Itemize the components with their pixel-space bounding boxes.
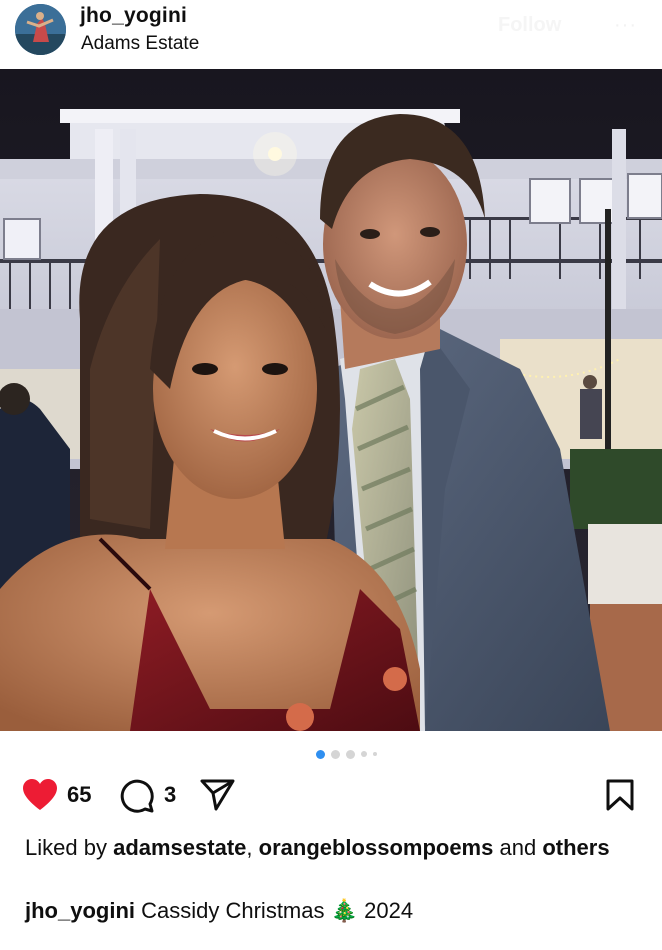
christmas-tree-emoji: 🎄 xyxy=(330,898,359,923)
like-count[interactable]: 65 xyxy=(67,782,91,808)
post-location[interactable]: Adams Estate xyxy=(81,33,199,55)
post-username[interactable]: jho_yogini xyxy=(80,4,187,28)
liked-by-user[interactable]: adamsestate xyxy=(113,835,246,860)
carousel-dot xyxy=(372,752,377,756)
more-options-icon[interactable]: ··· xyxy=(614,14,637,37)
like-button[interactable] xyxy=(22,778,58,812)
bookmark-icon xyxy=(606,779,634,811)
avatar-image xyxy=(15,4,66,55)
share-icon xyxy=(200,779,235,811)
follow-button[interactable]: Follow xyxy=(498,14,561,37)
carousel-dot xyxy=(345,749,355,759)
comment-icon xyxy=(120,779,154,813)
liked-by-text: Liked by adamsestate, orangeblossompoems… xyxy=(25,833,645,862)
save-button[interactable] xyxy=(605,778,635,812)
carousel-indicator xyxy=(0,748,662,760)
liked-by-user[interactable]: orangeblossompoems xyxy=(259,835,494,860)
post-header: jho_yogini Adams Estate Follow ··· xyxy=(0,0,662,68)
share-button[interactable] xyxy=(200,778,236,812)
heart-icon xyxy=(23,779,57,810)
comment-count[interactable]: 3 xyxy=(164,782,176,808)
liked-by-prefix: Liked by xyxy=(25,835,107,860)
action-bar: 65 3 xyxy=(0,774,662,818)
carousel-dot xyxy=(360,751,367,757)
carousel-dot-active xyxy=(315,749,325,759)
liked-by-conjunction: and xyxy=(499,835,537,860)
avatar[interactable] xyxy=(15,4,66,55)
caption-year: 2024 xyxy=(364,898,414,923)
liked-by-separator: , xyxy=(246,835,253,860)
photo-illustration xyxy=(0,69,662,731)
liked-by-others[interactable]: others xyxy=(542,835,609,860)
post-photo[interactable] xyxy=(0,69,662,731)
comment-button[interactable] xyxy=(120,778,156,814)
caption-text: Cassidy Christmas xyxy=(141,898,325,923)
post-caption: jho_yogini Cassidy Christmas 🎄 2024 xyxy=(25,896,413,925)
carousel-dot xyxy=(330,749,340,759)
caption-username[interactable]: jho_yogini xyxy=(25,898,135,923)
